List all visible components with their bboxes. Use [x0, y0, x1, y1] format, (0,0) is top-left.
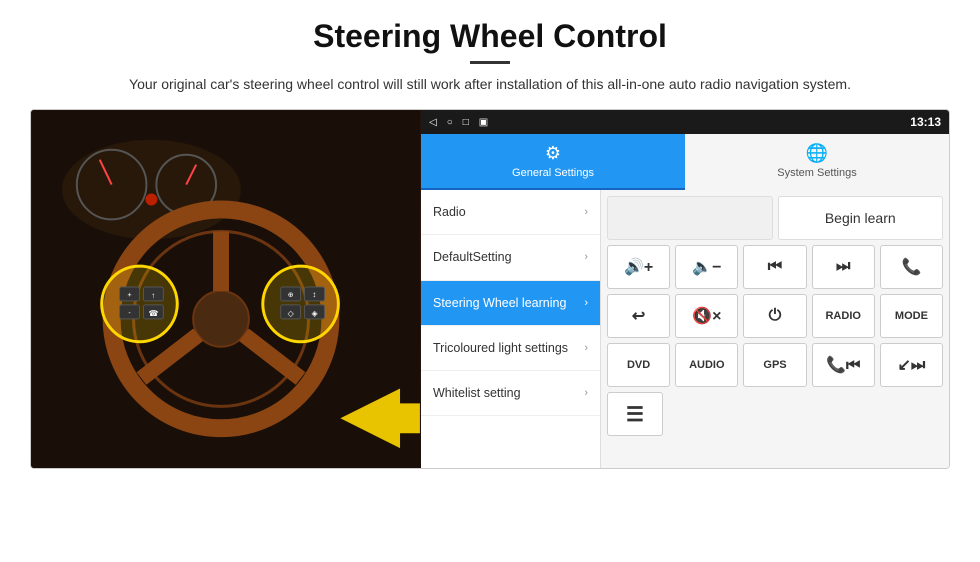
- status-bar-left: ◁ ○ □ ▣: [429, 117, 488, 128]
- dvd-button[interactable]: DVD: [607, 343, 670, 387]
- status-bar: ◁ ○ □ ▣ 13:13: [421, 110, 949, 134]
- android-ui: ◁ ○ □ ▣ 13:13 ⚙ General Settings 🌐 Syste…: [421, 110, 949, 468]
- chevron-icon-radio: ›: [584, 206, 588, 218]
- controls-panel: Begin learn 🔊+ 🔈− ⏮: [601, 190, 949, 468]
- nav-call-prev-button[interactable]: 📞⏮: [812, 343, 875, 387]
- chevron-icon-tricoloured: ›: [584, 342, 588, 354]
- svg-text:↑: ↑: [151, 291, 155, 300]
- home-icon[interactable]: ○: [447, 117, 453, 128]
- radio-mode-button[interactable]: RADIO: [812, 294, 875, 338]
- menu-item-default[interactable]: DefaultSetting ›: [421, 235, 600, 280]
- mode-label: MODE: [895, 310, 928, 322]
- vol-up-icon: 🔊+: [624, 257, 653, 277]
- menu-item-tricoloured[interactable]: Tricoloured light settings ›: [421, 326, 600, 371]
- steering-bg: + - ↑ ☎ ⊕ ◇ ↕ ◈: [31, 110, 421, 468]
- nav-call-next-button[interactable]: ↙⏭: [880, 343, 943, 387]
- main-area: Radio › DefaultSetting › Steering Wheel …: [421, 190, 949, 468]
- scan-icon: ☰: [626, 402, 644, 427]
- nav-call-next-icon: ↙⏭: [898, 355, 926, 375]
- phone-button[interactable]: 📞: [880, 245, 943, 289]
- page-subtitle: Your original car's steering wheel contr…: [129, 74, 851, 95]
- menu-steering-label: Steering Wheel learning: [433, 295, 566, 311]
- back-icon[interactable]: ◁: [429, 117, 437, 128]
- tab-general[interactable]: ⚙ General Settings: [421, 134, 685, 190]
- menu-default-label: DefaultSetting: [433, 249, 512, 265]
- title-divider: [470, 61, 510, 64]
- content-row: + - ↑ ☎ ⊕ ◇ ↕ ◈: [30, 109, 950, 469]
- gps-label: GPS: [763, 359, 786, 371]
- menu-item-whitelist[interactable]: Whitelist setting ›: [421, 371, 600, 416]
- mute-icon: 🔇×: [692, 306, 721, 326]
- menu-item-steering[interactable]: Steering Wheel learning ›: [421, 281, 600, 326]
- begin-learn-button[interactable]: Begin learn: [778, 196, 944, 240]
- ctrl-row-3: DVD AUDIO GPS 📞⏮ ↙⏭: [607, 343, 943, 387]
- hang-up-button[interactable]: ↩: [607, 294, 670, 338]
- steering-image: + - ↑ ☎ ⊕ ◇ ↕ ◈: [31, 110, 421, 468]
- page-container: Steering Wheel Control Your original car…: [0, 0, 980, 562]
- menu-list: Radio › DefaultSetting › Steering Wheel …: [421, 190, 601, 468]
- svg-text:-: -: [128, 310, 130, 317]
- tab-system-label: System Settings: [777, 167, 856, 179]
- screenshot-icon[interactable]: ▣: [479, 117, 488, 128]
- recents-icon[interactable]: □: [463, 117, 469, 128]
- scan-button[interactable]: ☰: [607, 392, 663, 436]
- mode-button[interactable]: MODE: [880, 294, 943, 338]
- gps-button[interactable]: GPS: [743, 343, 806, 387]
- phone-icon: 📞: [901, 257, 921, 277]
- page-title: Steering Wheel Control: [313, 18, 667, 55]
- next-track-button[interactable]: ⏭: [812, 245, 875, 289]
- status-time: 13:13: [910, 115, 941, 129]
- begin-learn-row: Begin learn: [607, 196, 943, 240]
- vol-down-button[interactable]: 🔈−: [675, 245, 738, 289]
- globe-icon: 🌐: [806, 143, 828, 164]
- chevron-icon-default: ›: [584, 251, 588, 263]
- gear-icon: ⚙: [545, 143, 561, 164]
- radio-mode-label: RADIO: [825, 310, 860, 322]
- dvd-label: DVD: [627, 359, 650, 371]
- mute-button[interactable]: 🔇×: [675, 294, 738, 338]
- hang-up-icon: ↩: [632, 306, 645, 326]
- vol-up-button[interactable]: 🔊+: [607, 245, 670, 289]
- audio-button[interactable]: AUDIO: [675, 343, 738, 387]
- prev-track-button[interactable]: ⏮: [743, 245, 806, 289]
- audio-label: AUDIO: [689, 359, 724, 371]
- menu-whitelist-label: Whitelist setting: [433, 385, 521, 401]
- next-track-icon: ⏭: [836, 258, 850, 276]
- vol-down-icon: 🔈−: [692, 257, 721, 277]
- svg-text:◇: ◇: [288, 309, 295, 318]
- menu-tricoloured-label: Tricoloured light settings: [433, 340, 568, 356]
- chevron-icon-steering: ›: [584, 297, 588, 309]
- power-icon: ⏻: [769, 307, 782, 325]
- svg-text:☎: ☎: [148, 309, 158, 318]
- ctrl-row-4: ☰: [607, 392, 943, 436]
- ctrl-row-2: ↩ 🔇× ⏻ RADIO MODE: [607, 294, 943, 338]
- svg-text:⊕: ⊕: [288, 292, 294, 299]
- svg-text:+: +: [128, 292, 132, 299]
- menu-radio-label: Radio: [433, 204, 466, 220]
- prev-track-icon: ⏮: [768, 258, 782, 276]
- menu-item-radio[interactable]: Radio ›: [421, 190, 600, 235]
- svg-text:↕: ↕: [313, 290, 317, 299]
- tab-system[interactable]: 🌐 System Settings: [685, 134, 949, 190]
- empty-cell: [607, 196, 773, 240]
- tab-general-label: General Settings: [512, 167, 594, 179]
- chevron-icon-whitelist: ›: [584, 387, 588, 399]
- svg-text:◈: ◈: [311, 309, 318, 318]
- power-button[interactable]: ⏻: [743, 294, 806, 338]
- ctrl-row-1: 🔊+ 🔈− ⏮ ⏭ 📞: [607, 245, 943, 289]
- nav-call-prev-icon: 📞⏮: [826, 355, 860, 375]
- nav-tabs: ⚙ General Settings 🌐 System Settings: [421, 134, 949, 190]
